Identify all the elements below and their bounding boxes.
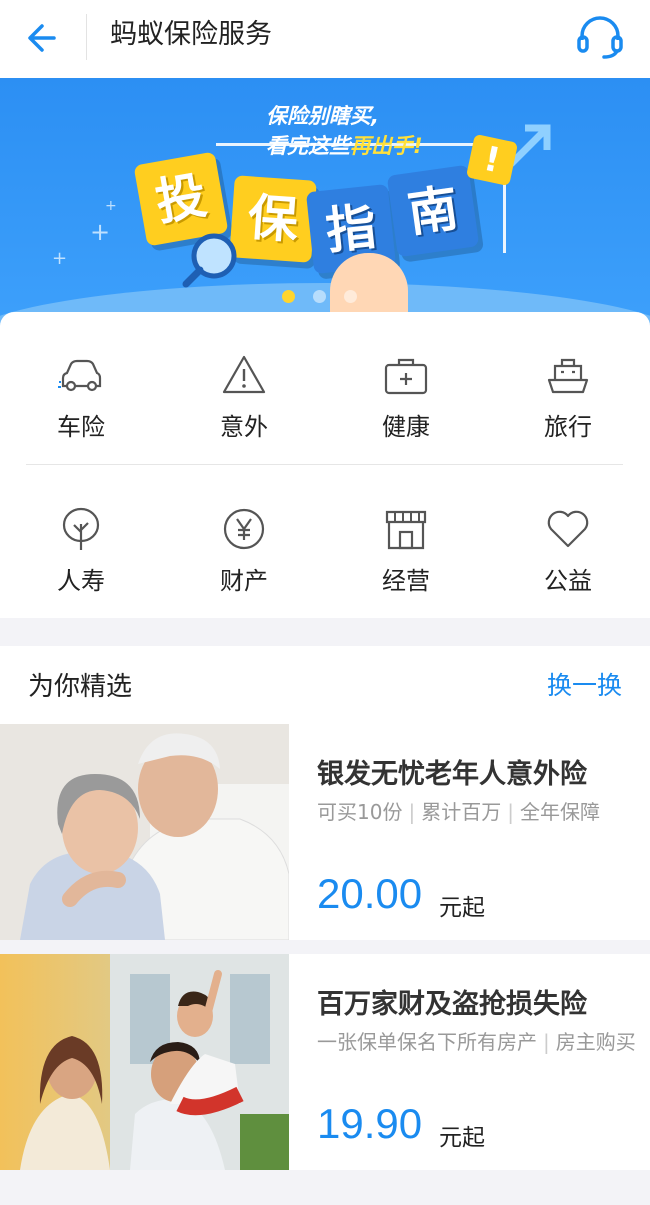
category-life[interactable]: 人寿: [26, 506, 136, 606]
banner-tile: 保: [229, 175, 317, 263]
carousel-dot-active[interactable]: [282, 290, 295, 303]
product-tag: 全年保障: [519, 800, 600, 824]
carousel-dot[interactable]: [313, 290, 326, 303]
product-name: 银发无忧老年人意外险: [317, 759, 587, 790]
category-charity[interactable]: 公益: [513, 506, 623, 606]
product-tags: 可买10份 | 累计百万 | 全年保障: [317, 797, 637, 827]
banner-tile: 南: [386, 164, 480, 258]
banner-headline: 保险别瞎买,: [266, 104, 379, 128]
carousel-dot[interactable]: [344, 290, 357, 303]
category-grid: 车险 意外 健康 旅行 人寿 财产 经营 公益: [0, 312, 650, 618]
category-car[interactable]: 车险: [26, 352, 136, 452]
category-label: 意外: [220, 413, 268, 441]
back-button[interactable]: [22, 18, 66, 58]
category-business[interactable]: 经营: [351, 506, 461, 606]
category-label: 财产: [220, 567, 268, 595]
product-tag: 房主购买: [555, 1030, 636, 1054]
sparkle-icon: +: [52, 248, 68, 269]
product-card[interactable]: 银发无忧老年人意外险 可买10份 | 累计百万 | 全年保障 20.00 元起: [0, 724, 650, 940]
arrow-left-icon: [28, 24, 56, 52]
product-price: 19.90: [317, 1100, 423, 1147]
price-unit: 元起: [439, 1125, 485, 1151]
sparkle-icon: +: [90, 218, 111, 246]
page-title: 蚂蚁保险服务: [110, 19, 272, 50]
promo-banner[interactable]: + + + 保险别瞎买, 看完这些再出手! 投 保 指 南 !: [0, 78, 650, 326]
tag-separator: |: [408, 800, 416, 824]
tag-separator: |: [543, 1030, 550, 1054]
price-unit: 元起: [439, 895, 485, 921]
swap-button[interactable]: 换一换: [547, 666, 622, 702]
product-price: 20.00: [317, 870, 423, 917]
category-travel[interactable]: 旅行: [513, 352, 623, 452]
customer-service-button[interactable]: [574, 14, 626, 60]
product-name: 百万家财及盗抢损失险: [317, 989, 587, 1020]
category-label: 公益: [544, 567, 592, 595]
product-image: [0, 724, 289, 940]
medical-kit-icon: [384, 358, 428, 395]
tag-separator: |: [507, 800, 514, 824]
ship-icon: [547, 358, 589, 394]
product-tag: 累计百万: [421, 800, 502, 824]
banner-subline-text: 看完这些: [266, 134, 350, 158]
category-accident[interactable]: 意外: [189, 352, 299, 452]
picks-section-header: 为你精选 换一换: [0, 646, 650, 724]
magnifier-icon: [182, 233, 237, 288]
category-label: 车险: [57, 413, 105, 441]
header-divider: [86, 14, 87, 60]
product-tag: 可买10份: [317, 800, 403, 824]
app-header: 蚂蚁保险服务: [0, 0, 650, 78]
category-label: 旅行: [544, 413, 592, 441]
category-label: 经营: [382, 567, 430, 595]
category-label: 人寿: [57, 567, 105, 595]
category-label: 健康: [382, 413, 430, 441]
grid-divider: [26, 464, 623, 465]
product-card[interactable]: 百万家财及盗抢损失险 一张保单保名下所有房产 | 房主购买 19.90 元起: [0, 954, 650, 1170]
product-tags: 一张保单保名下所有房产 | 房主购买: [317, 1027, 637, 1057]
store-icon: [385, 510, 427, 550]
banner-exclaim: !: [465, 133, 519, 187]
section-title: 为你精选: [28, 672, 133, 702]
tree-icon: [62, 507, 100, 550]
product-tag: 一张保单保名下所有房产: [317, 1030, 537, 1054]
carousel-dots: [282, 288, 375, 303]
product-image: [0, 954, 289, 1170]
banner-subline-highlight: 再出手!: [350, 134, 423, 158]
sparkle-icon: +: [105, 198, 117, 214]
car-icon: [58, 359, 102, 392]
heart-icon: [547, 510, 589, 548]
category-property[interactable]: 财产: [189, 506, 299, 606]
warning-icon: [222, 355, 266, 394]
category-health[interactable]: 健康: [351, 352, 461, 452]
yen-icon: [223, 508, 265, 550]
banner-subline: 看完这些再出手!: [266, 130, 423, 160]
headset-icon: [577, 16, 623, 59]
